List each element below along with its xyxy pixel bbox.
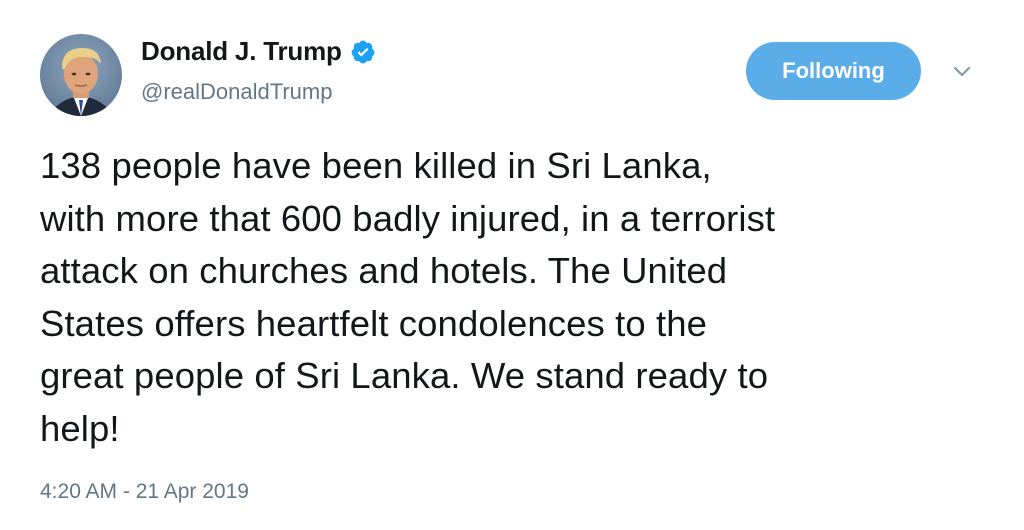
author-name-row: Donald J. Trump [141,36,376,67]
verified-badge-icon [350,39,376,65]
tweet-text-line: 138 people have been killed in Sri Lanka… [40,145,712,186]
tweet-text-line: help! [40,407,120,449]
profile-photo-icon [40,34,122,116]
chevron-down-icon[interactable] [949,62,975,82]
tweet-text-line: great people of Sri Lanka. We stand read… [40,355,769,396]
tweet-text: 138 people have been killed in Sri Lanka… [40,140,990,455]
display-name[interactable]: Donald J. Trump [141,36,342,67]
following-button[interactable]: Following [746,42,921,100]
tweet-text-line: with more that 600 badly injured, in a t… [40,197,776,239]
tweet-timestamp[interactable]: 4:20 AM - 21 Apr 2019 [40,480,249,504]
tweet-text-line: attack on churches and hotels. The Unite… [40,250,728,291]
tweet-text-line: States offers heartfelt condolences to t… [40,302,708,344]
avatar[interactable] [40,34,122,116]
author-handle[interactable]: @realDonaldTrump [141,79,332,105]
tweet-card: Donald J. Trump @realDonaldTrump Followi… [0,0,1024,530]
